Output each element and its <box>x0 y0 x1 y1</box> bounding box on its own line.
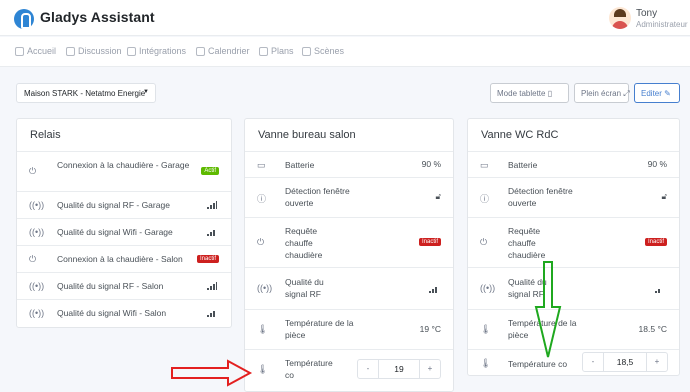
top-header: Gladys Assistant Tony Administrateur <box>0 0 690 36</box>
edit-icon: ✎ <box>664 89 671 98</box>
home-icon <box>15 46 24 56</box>
play-icon <box>302 46 311 56</box>
status-badge: Inactif <box>418 238 441 246</box>
battery-icon: ▭ <box>257 160 266 170</box>
signal-icon: ((•)) <box>257 283 273 293</box>
power-icon: ⏻ <box>29 166 37 176</box>
list-item: ((•)) Qualité du signal RF - Garage <box>17 191 231 218</box>
user-name[interactable]: Tony <box>636 8 657 19</box>
status-badge: Inactif <box>644 238 667 246</box>
temperature-stepper[interactable]: - 18,5 + <box>582 352 668 372</box>
list-item: ⏻ Connexion à la chaudière - Salon Inact… <box>17 245 231 272</box>
calendar-icon <box>196 46 205 56</box>
list-item: 🌡︎ Température co - 18,5 + <box>468 349 679 377</box>
increment-button[interactable]: + <box>420 360 440 378</box>
house-select[interactable]: Maison STARK - Netatmo Energie ▼ <box>16 83 156 103</box>
battery-icon: ▭ <box>480 160 489 170</box>
thermometer-icon: 🌡︎ <box>257 324 269 334</box>
card-title: Relais <box>30 129 61 141</box>
increment-button[interactable]: + <box>647 353 667 371</box>
list-item: ((•)) Qualité du signal RF - Salon <box>17 272 231 299</box>
card-vanne-bureau-salon: Vanne bureau salon ▭ Batterie 90 % ⓘ Dét… <box>244 118 454 392</box>
signal-bars-icon <box>655 285 665 293</box>
grid-icon <box>127 46 136 56</box>
list-item: ⓘ Détection fenêtre ouverte 🔓︎ <box>245 177 453 217</box>
lock-open-icon: 🔓︎ <box>661 191 667 201</box>
chat-icon <box>66 46 75 56</box>
edit-button[interactable]: Editer ✎ <box>634 83 680 103</box>
signal-bars-icon <box>207 228 217 236</box>
list-item: ((•)) Qualité du signal Wifi - Garage <box>17 218 231 245</box>
nav-item-plans[interactable]: Plans <box>259 46 294 56</box>
card-title: Vanne WC RdC <box>481 129 559 141</box>
signal-icon: ((•)) <box>480 283 496 293</box>
expand-icon: ⤢ <box>623 89 630 98</box>
signal-bars-icon <box>429 285 439 293</box>
gladys-logo-icon[interactable] <box>14 9 34 29</box>
decrement-button[interactable]: - <box>583 353 603 371</box>
tablet-icon: ▯ <box>547 89 553 98</box>
list-item: ((•)) Qualité du signal RF <box>245 267 453 309</box>
signal-icon: ((•)) <box>29 200 45 210</box>
main-nav: Accueil Discussion Intégrations Calendri… <box>0 37 690 67</box>
card-vanne-wc-rdc: Vanne WC RdC ▭ Batterie 90 % ⓘ Détection… <box>467 118 680 376</box>
status-badge: Inactif <box>196 255 219 263</box>
card-title: Vanne bureau salon <box>258 129 356 141</box>
user-role: Administrateur <box>636 20 688 29</box>
nav-item-accueil[interactable]: Accueil <box>15 46 56 56</box>
list-item: ((•)) Qualité du signal RF <box>468 267 679 309</box>
list-item: ⏻ Requête chauffe chaudière Inactif <box>468 217 679 267</box>
thermometer-icon: 🌡︎ <box>257 364 269 374</box>
signal-bars-icon <box>207 309 217 317</box>
nav-item-scenes[interactable]: Scènes <box>302 46 344 56</box>
info-icon: ⓘ <box>257 194 267 204</box>
map-icon <box>259 46 268 56</box>
signal-icon: ((•)) <box>29 281 45 291</box>
power-icon: ⏻ <box>480 237 488 247</box>
list-item: ((•)) Qualité du signal Wifi - Salon <box>17 299 231 328</box>
avatar[interactable] <box>609 7 631 29</box>
temperature-value[interactable]: 18,5 <box>603 353 647 371</box>
nav-item-integrations[interactable]: Intégrations <box>127 46 186 56</box>
power-icon: ⏻ <box>257 237 265 247</box>
list-item: ⏻ Connexion à la chaudière - Garage Acti… <box>17 151 231 191</box>
card-relais: Relais ⏻ Connexion à la chaudière - Gara… <box>16 118 232 328</box>
list-item: 🌡︎ Température de la pièce 19 °C <box>245 309 453 349</box>
nav-item-discussion[interactable]: Discussion <box>66 46 122 56</box>
nav-item-calendrier[interactable]: Calendrier <box>196 46 250 56</box>
temperature-value[interactable]: 19 <box>378 360 420 378</box>
list-item: ▭ Batterie 90 % <box>468 151 679 177</box>
thermometer-icon: 🌡︎ <box>480 324 492 334</box>
status-badge: Actif <box>201 167 219 175</box>
list-item: ⓘ Détection fenêtre ouverte 🔓︎ <box>468 177 679 217</box>
info-icon: ⓘ <box>480 194 490 204</box>
list-item: 🌡︎ Température co - 19 + <box>245 349 453 392</box>
brand-name[interactable]: Gladys Assistant <box>40 9 155 25</box>
red-arrow-icon <box>171 359 253 387</box>
signal-bars-icon <box>207 201 217 209</box>
chevron-down-icon: ▼ <box>143 89 149 95</box>
thermometer-icon: 🌡︎ <box>480 358 492 368</box>
decrement-button[interactable]: - <box>358 360 378 378</box>
signal-bars-icon <box>207 282 217 290</box>
tablet-mode-button[interactable]: Mode tablette ▯ <box>490 83 569 103</box>
list-item: ▭ Batterie 90 % <box>245 151 453 177</box>
signal-icon: ((•)) <box>29 308 45 318</box>
fullscreen-button[interactable]: Plein écran ⤢ <box>574 83 630 103</box>
list-item: ⏻ Requête chauffe chaudière Inactif <box>245 217 453 267</box>
temperature-stepper[interactable]: - 19 + <box>357 359 441 379</box>
list-item: 🌡︎ Température de la pièce 18.5 °C <box>468 309 679 349</box>
signal-icon: ((•)) <box>29 227 45 237</box>
power-icon: ⏻ <box>29 254 37 264</box>
lock-open-icon: 🔓︎ <box>435 191 441 201</box>
